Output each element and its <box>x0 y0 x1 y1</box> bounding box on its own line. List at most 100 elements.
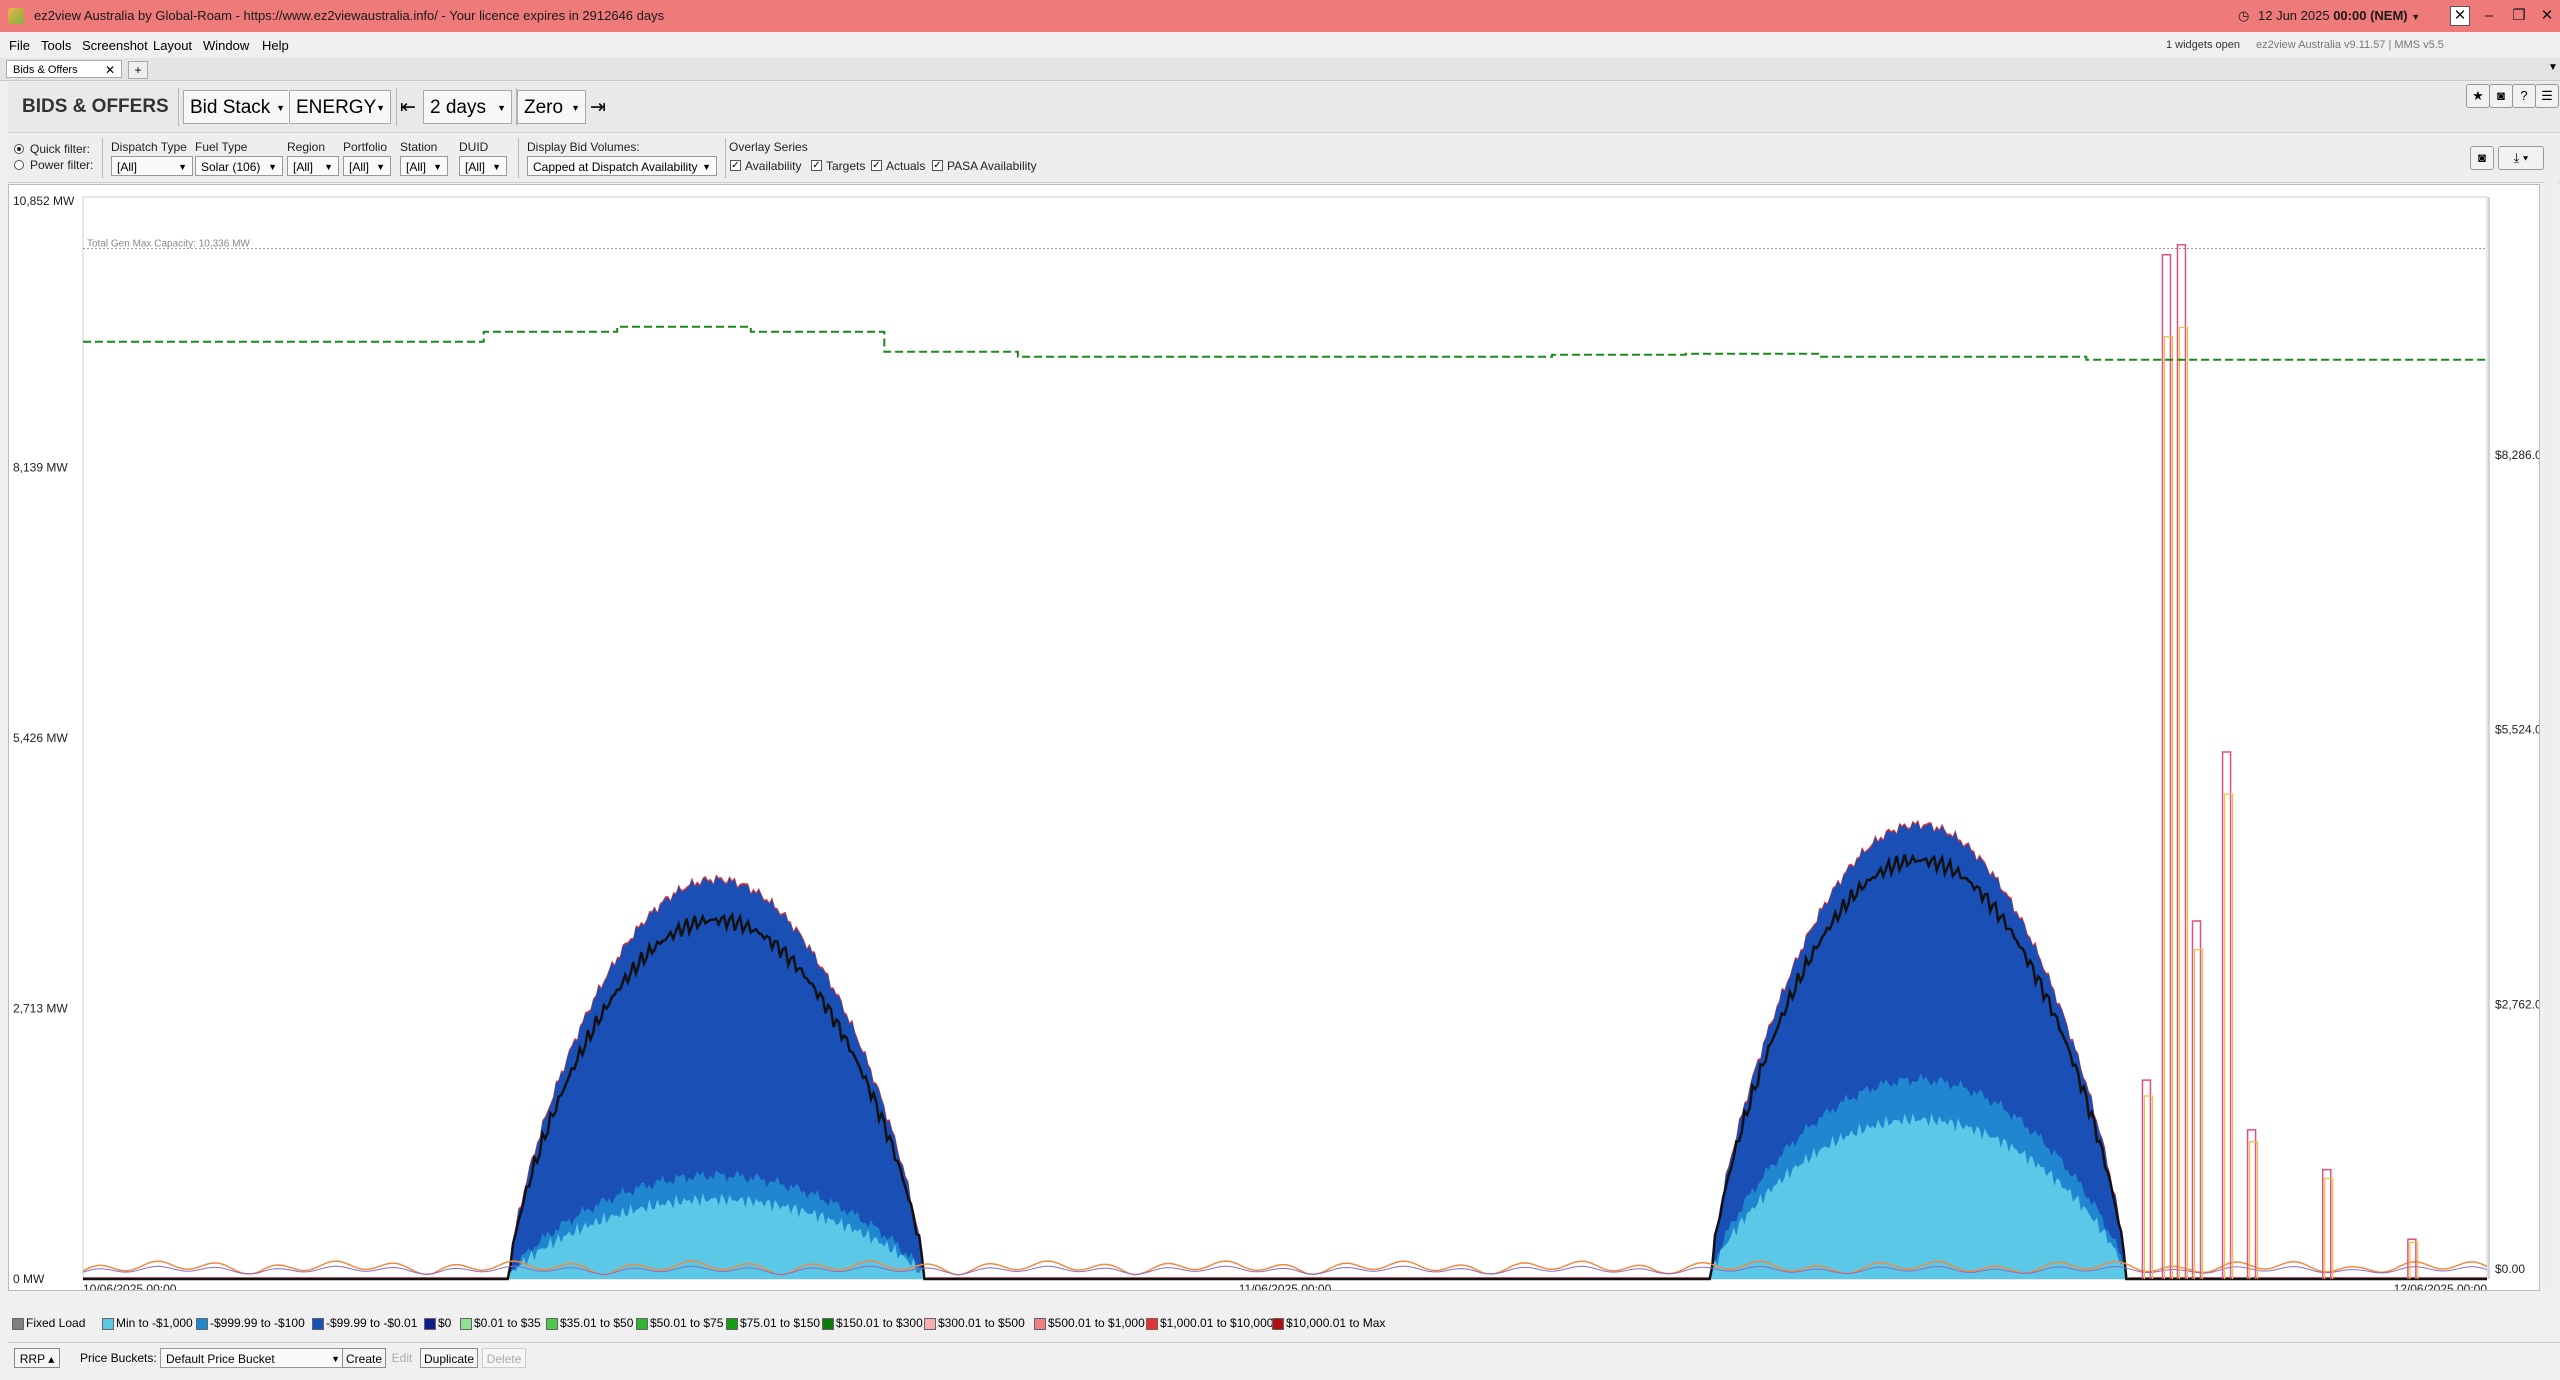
legend-label: Min to -$1,000 <box>116 1316 193 1330</box>
app-logo-icon <box>8 8 24 24</box>
chevron-down-icon: ▼ <box>376 162 385 172</box>
y-axis-tick-label: 5,426 MW <box>13 731 68 745</box>
datetime-display[interactable]: 12 Jun 2025 00:00 (NEM) ▼ <box>2258 8 2420 23</box>
camera-icon[interactable]: ◙ <box>2470 146 2494 170</box>
widget-toolbar: BIDS & OFFERS Bid Stack ▼ ENERGY ▼ ⇤ 2 day… <box>8 82 2560 133</box>
legend-label: -$999.99 to -$100 <box>210 1316 305 1330</box>
jump-end-icon[interactable]: ⇥ <box>590 96 606 119</box>
dispatch-type-select[interactable]: [All] ▼ <box>111 156 193 176</box>
price-bucket-select[interactable]: Default Price Bucket ▼ <box>160 1348 346 1368</box>
legend-label: $500.01 to $1,000 <box>1048 1316 1145 1330</box>
bid-stack-chart[interactable]: 10,852 MW 8,139 MW 5,426 MW 2,713 MW 0 MW $8,… <box>8 184 2540 1291</box>
legend-item[interactable]: $150.01 to $300 <box>822 1316 923 1330</box>
legend-label: $10,000.01 to Max <box>1286 1316 1386 1330</box>
legend-item[interactable]: $75.01 to $150 <box>726 1316 820 1330</box>
region-select[interactable]: [All] ▼ <box>287 156 339 176</box>
duration-select[interactable]: 2 days ▼ <box>423 90 512 124</box>
legend-item[interactable]: $0.01 to $35 <box>460 1316 541 1330</box>
mute-icon[interactable]: ✕ <box>2450 6 2470 26</box>
rrp-button[interactable]: RRP ▴ <box>14 1348 60 1368</box>
duration-value: 2 days <box>430 97 486 118</box>
legend-item[interactable]: $50.01 to $75 <box>636 1316 723 1330</box>
camera-icon[interactable]: ◙ <box>2489 84 2513 108</box>
legend-item[interactable]: Fixed Load <box>12 1316 85 1330</box>
station-select[interactable]: [All] ▼ <box>400 156 448 176</box>
legend-label: $1,000.01 to $10,000 <box>1160 1316 1274 1330</box>
portfolio-select[interactable]: [All] ▼ <box>343 156 391 176</box>
overlay-series-label: Overlay Series <box>729 140 808 154</box>
chevron-down-icon[interactable]: ▼ <box>2548 62 2558 73</box>
display-bid-volumes-select[interactable]: Capped at Dispatch Availability ▼ <box>527 156 717 176</box>
chevron-down-icon: ▼ <box>268 162 277 172</box>
targets-label: Targets <box>826 159 866 173</box>
menu-help[interactable]: Help <box>262 38 289 53</box>
legend-swatch <box>424 1317 436 1330</box>
menu-window[interactable]: Window <box>203 38 249 53</box>
edit-button[interactable]: Edit <box>390 1348 414 1368</box>
divider <box>518 138 519 178</box>
minimize-button[interactable]: – <box>2478 5 2500 27</box>
vertical-scrollbar[interactable] <box>2544 180 2558 1290</box>
legend-item[interactable]: -$99.99 to -$0.01 <box>312 1316 417 1330</box>
portfolio-label: Portfolio <box>343 140 388 154</box>
legend-label: $150.01 to $300 <box>836 1316 923 1330</box>
create-button[interactable]: Create <box>342 1348 386 1368</box>
legend-item[interactable]: $0 <box>424 1316 451 1330</box>
price-buckets-label: Price Buckets: <box>80 1351 157 1365</box>
delete-button[interactable]: Delete <box>482 1348 526 1368</box>
duplicate-button[interactable]: Duplicate <box>420 1348 478 1368</box>
legend-item[interactable]: $300.01 to $500 <box>924 1316 1025 1330</box>
legend-item[interactable]: $10,000.01 to Max <box>1272 1316 1385 1330</box>
divider <box>396 88 397 126</box>
legend-item[interactable]: $35.01 to $50 <box>546 1316 633 1330</box>
legend: Fixed Load Min to -$1,000 -$999.99 to -$10… <box>8 1310 2560 1336</box>
jump-start-icon[interactable]: ⇤ <box>400 96 416 119</box>
availability-checkbox[interactable]: ✓ <box>730 160 741 171</box>
region-label: Region <box>287 140 326 154</box>
menu-layout[interactable]: Layout <box>153 38 192 53</box>
download-icon[interactable]: ⤓ ▾ <box>2498 146 2544 170</box>
menu-bar: File Tools Screenshot Layout Window Help… <box>0 32 2560 58</box>
actuals-checkbox[interactable]: ✓ <box>871 160 882 171</box>
chevron-down-icon: ▼ <box>178 162 187 172</box>
restore-button[interactable]: ❐ <box>2508 5 2530 27</box>
legend-item[interactable]: Min to -$1,000 <box>102 1316 193 1330</box>
legend-label: $0 <box>438 1316 452 1330</box>
tab-bids-offers[interactable]: Bids & Offers ✕ <box>6 60 122 78</box>
duid-label: DUID <box>459 140 489 154</box>
dispatch-type-label: Dispatch Type <box>111 140 187 154</box>
star-icon[interactable]: ★ <box>2466 84 2490 108</box>
duid-select[interactable]: [All] ▼ <box>459 156 507 176</box>
quick-filter-radio[interactable] <box>14 144 24 154</box>
widgets-open-count: 1 widgets open <box>2166 39 2240 51</box>
close-button[interactable]: ✕ <box>2536 5 2558 27</box>
legend-swatch <box>12 1317 24 1330</box>
display-bid-volumes-value: Capped at Dispatch Availability <box>533 160 698 174</box>
legend-item[interactable]: -$999.99 to -$100 <box>196 1316 305 1330</box>
view-select[interactable]: Bid Stack ▼ <box>183 90 291 124</box>
menu-tools[interactable]: Tools <box>41 38 71 53</box>
power-filter-radio[interactable] <box>14 160 24 170</box>
fuel-type-select[interactable]: Solar (106) ▼ <box>195 156 283 176</box>
pasa-availability-label: PASA Availability <box>947 159 1037 173</box>
add-tab-button[interactable]: + <box>128 61 148 79</box>
clock-icon: ◷ <box>2238 8 2250 23</box>
legend-item[interactable]: $500.01 to $1,000 <box>1034 1316 1145 1330</box>
baseline-select[interactable]: Zero ▼ <box>517 90 586 124</box>
comment-icon[interactable]: ☰ <box>2535 84 2559 108</box>
legend-label: -$99.99 to -$0.01 <box>326 1316 418 1330</box>
menu-file[interactable]: File <box>9 38 30 53</box>
market-type-select[interactable]: ENERGY ▼ <box>289 90 391 124</box>
pasa-availability-checkbox[interactable]: ✓ <box>932 160 943 171</box>
power-filter-label: Power filter: <box>30 158 94 172</box>
legend-swatch <box>312 1317 324 1330</box>
help-icon[interactable]: ? <box>2512 84 2536 108</box>
close-tab-icon[interactable]: ✕ <box>105 61 115 79</box>
legend-swatch <box>726 1317 738 1330</box>
legend-item[interactable]: $1,000.01 to $10,000 <box>1146 1316 1273 1330</box>
targets-checkbox[interactable]: ✓ <box>811 160 822 171</box>
menu-screenshot[interactable]: Screenshot <box>82 38 148 53</box>
portfolio-value: [All] <box>349 160 370 174</box>
price-bucket-value: Default Price Bucket <box>166 1352 275 1366</box>
divider <box>725 138 726 178</box>
